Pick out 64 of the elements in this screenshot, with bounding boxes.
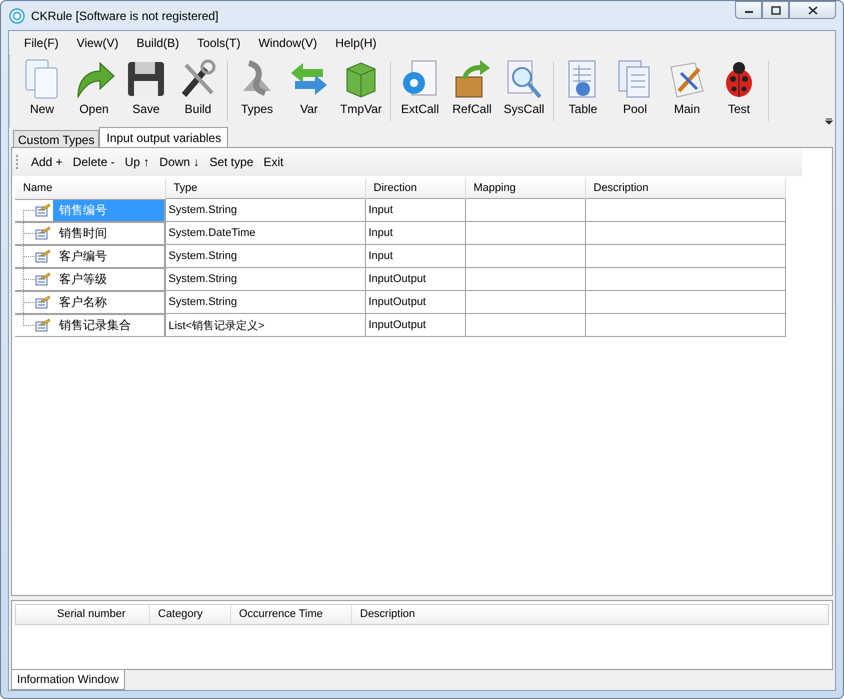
toolbar-button[interactable]: Add +	[26, 153, 68, 171]
toolbar-button[interactable]: Down ↓	[154, 153, 204, 171]
form-icon	[35, 318, 51, 332]
menu-item[interactable]: Build(B)	[127, 36, 188, 50]
tab[interactable]: Custom Types	[13, 130, 100, 147]
toolbar-button[interactable]: Up ↑	[120, 153, 154, 171]
table-cell: Input	[365, 198, 465, 222]
toolbar-button[interactable]: Delete -	[68, 153, 120, 171]
form-icon	[35, 295, 51, 309]
menu-item[interactable]: Tools(T)	[188, 36, 250, 50]
column-header[interactable]: Direction	[365, 178, 465, 198]
maximize-icon	[770, 6, 780, 14]
menu-item[interactable]: Window(V)	[250, 36, 326, 50]
table-cell: System.String	[165, 290, 365, 314]
menu-item[interactable]: View(V)	[68, 36, 128, 50]
toolbar-button[interactable]: Build	[172, 55, 224, 127]
menu-item[interactable]: Help(H)	[326, 36, 386, 50]
column-header[interactable]: Occurrence Time	[231, 605, 352, 624]
tab[interactable]: Input output variables	[99, 127, 228, 147]
form-icon	[35, 249, 51, 263]
toolbar-button[interactable]: Pool	[609, 55, 661, 127]
close-button[interactable]	[789, 1, 836, 19]
table-cell: System.DateTime	[165, 222, 365, 244]
table-cell: System.String	[165, 244, 365, 268]
table-cell: Input	[365, 244, 465, 268]
form-icon	[35, 226, 51, 240]
form-icon	[35, 203, 51, 217]
toolbar-button[interactable]: SysCall	[498, 55, 550, 127]
column-header[interactable]: Serial number	[49, 605, 150, 624]
table-cell: InputOutput	[365, 314, 465, 336]
form-icon	[35, 272, 51, 286]
toolbar-button[interactable]: Test	[713, 55, 765, 127]
column-header[interactable]: Type	[165, 178, 365, 198]
column-header[interactable]: Category	[150, 605, 231, 624]
toolbar-button[interactable]: Table	[557, 55, 609, 127]
toolbar-button[interactable]: RefCall	[446, 55, 498, 127]
table-cell: System.String	[165, 268, 365, 290]
column-header[interactable]: Name	[15, 178, 165, 198]
toolbar-button[interactable]: Var	[283, 55, 335, 127]
toolbar-button[interactable]: Save	[120, 55, 172, 127]
toolbar-button[interactable]: Exit	[258, 153, 288, 171]
tab[interactable]: Information Window	[11, 670, 125, 690]
menu-item[interactable]: File(F)	[15, 36, 68, 50]
toolbar-button[interactable]: TmpVar	[335, 55, 387, 127]
overflow-icon[interactable]	[825, 117, 833, 125]
close-icon	[808, 6, 818, 14]
toolbar-button[interactable]: ExtCall	[394, 55, 446, 127]
table-cell: InputOutput	[365, 268, 465, 290]
window-title: CKRule [Software is not registered]	[31, 8, 218, 22]
table-cell: List<销售记录定义>	[165, 314, 365, 336]
column-header[interactable]: Mapping	[465, 178, 585, 198]
table-cell: Input	[365, 222, 465, 244]
table-cell: InputOutput	[365, 290, 465, 314]
maximize-button[interactable]	[762, 1, 789, 19]
toolbar-button[interactable]: Main	[661, 55, 713, 127]
toolbar-button[interactable]: Set type	[204, 153, 258, 171]
column-header[interactable]: Description	[585, 178, 785, 198]
column-header[interactable]: Description	[352, 605, 828, 624]
toolbar-button[interactable]: Types	[231, 55, 283, 127]
toolbar-button[interactable]: New	[16, 55, 68, 127]
app-logo-icon	[9, 8, 25, 24]
minimize-button[interactable]	[735, 1, 762, 19]
toolbar-button[interactable]: Open	[68, 55, 120, 127]
table-cell: System.String	[165, 198, 365, 222]
